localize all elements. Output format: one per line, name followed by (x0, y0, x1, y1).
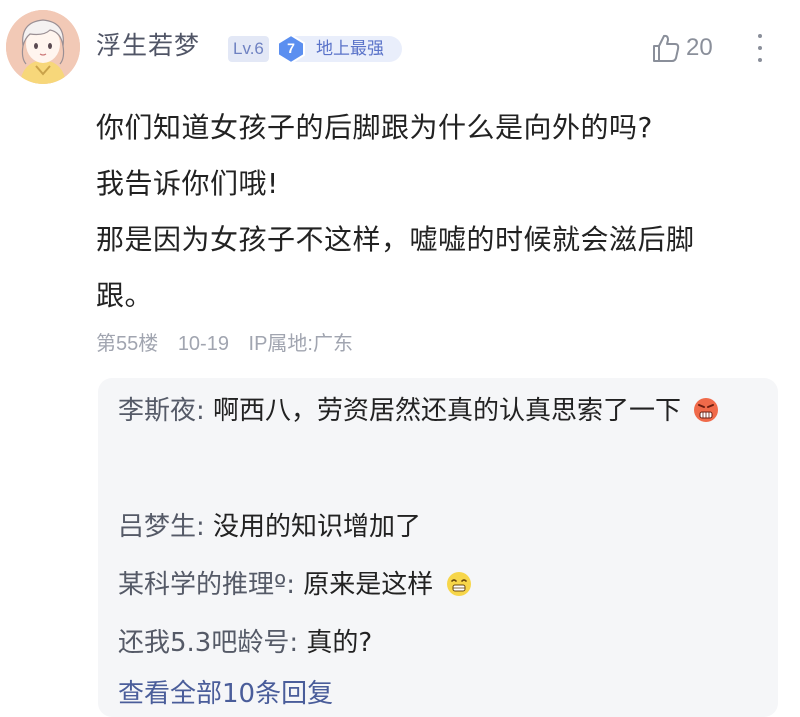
reply-text: 啊西八，劳资居然还真的认真思索了一下 (213, 396, 682, 426)
post-date: 10-19 (177, 333, 229, 355)
reply-author[interactable]: 还我5.3吧龄号: (118, 628, 298, 658)
title-rank-number: 7 (287, 40, 295, 56)
grinning-face-emoji (446, 572, 471, 596)
reply-item[interactable]: 李斯夜: 啊西八，劳资居然还真的认真思索了一下 (118, 386, 758, 436)
reply-item[interactable]: 某科学的推理º: 原来是这样 (118, 560, 758, 610)
post-meta: 第55楼 10-19 IP属地:广东 (96, 327, 367, 356)
post-content: 你们知道女孩子的后脚跟为什么是向外的吗? 我告诉你们哦! 那是因为女孩子不这样，… (96, 100, 746, 324)
reply-text: 真的? (306, 628, 373, 658)
thumbs-up-icon (653, 34, 680, 62)
reply-author[interactable]: 某科学的推理º: (118, 570, 295, 600)
title-badge[interactable]: 7 地上最强 (277, 34, 402, 64)
ip-location: IP属地:广东 (248, 333, 353, 355)
reply-item[interactable]: 吕梦生: 没用的知识增加了 (118, 502, 758, 552)
username[interactable]: 浮生若梦 (96, 26, 200, 62)
view-all-replies-link[interactable]: 查看全部10条回复 (118, 673, 333, 710)
angry-face-emoji (694, 398, 719, 422)
like-count: 20 (686, 34, 713, 61)
more-options-icon[interactable] (748, 30, 772, 66)
post-line: 那是因为女孩子不这样，嘘嘘的时候就会滋后脚跟。 (96, 223, 695, 312)
like-button[interactable]: 20 (648, 28, 713, 68)
reply-text: 原来是这样 (303, 570, 434, 600)
reply-author[interactable]: 李斯夜: (118, 396, 205, 426)
avatar[interactable] (6, 10, 80, 84)
level-badge: Lv.6 (228, 36, 269, 62)
reply-text: 没用的知识增加了 (213, 512, 422, 542)
reply-list: 李斯夜: 啊西八，劳资居然还真的认真思索了一下 吕梦生: 没用的知识增加了 某科… (98, 378, 778, 717)
post-line: 我告诉你们哦! (96, 167, 279, 200)
avatar-illustration (6, 10, 80, 84)
reply-author[interactable]: 吕梦生: (118, 512, 205, 542)
post-line: 你们知道女孩子的后脚跟为什么是向外的吗? (96, 111, 653, 144)
title-text: 地上最强 (316, 39, 384, 59)
floor-number: 第55楼 (96, 333, 159, 355)
reply-item[interactable]: 还我5.3吧龄号: 真的? (118, 618, 758, 668)
